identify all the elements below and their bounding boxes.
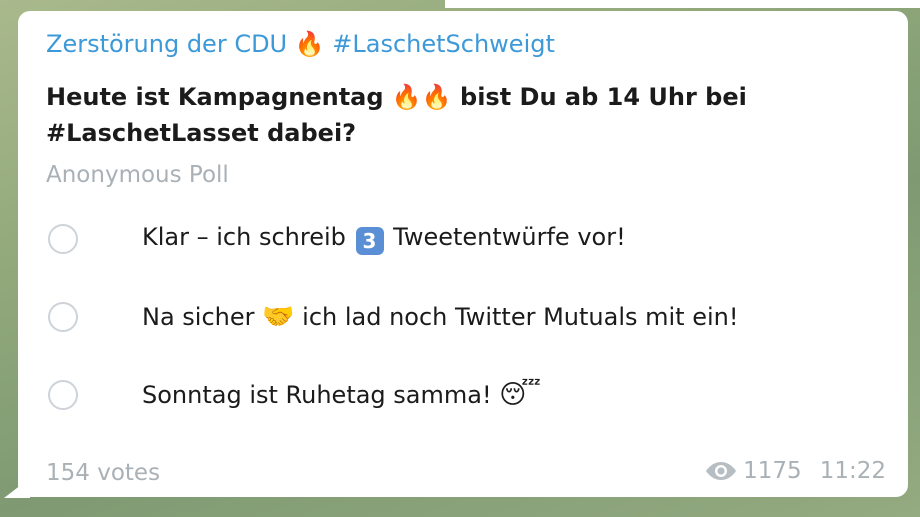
radio-button-icon[interactable] — [48, 380, 78, 410]
eye-icon — [706, 462, 737, 480]
option-text-end: ich lad noch Twitter Mutuals mit ein! — [294, 303, 739, 331]
message-above-edge — [445, 0, 920, 8]
keycap-three-icon: 3 — [355, 227, 384, 255]
poll-option-text: Klar – ich schreib 3 Tweetentwürfe vor! — [142, 223, 626, 255]
poll-option-text: Sonntag ist Ruhetag samma! 😴 — [142, 381, 541, 409]
poll-message-bubble: Zerstörung der CDU 🔥 #LaschetSchweigt He… — [18, 11, 908, 497]
radio-button-icon[interactable] — [48, 302, 78, 332]
radio-button-icon[interactable] — [48, 224, 78, 254]
poll-option-2[interactable]: Na sicher 🤝 ich lad noch Twitter Mutuals… — [46, 295, 886, 339]
sleeping-face-icon: 😴 — [499, 380, 541, 410]
poll-option-3[interactable]: Sonntag ist Ruhetag samma! 😴 — [46, 373, 886, 417]
option-text-start: Klar – ich schreib — [142, 223, 354, 251]
view-count: 1175 — [743, 458, 802, 484]
vote-count[interactable]: 154 votes — [46, 457, 160, 489]
option-text-start: Na sicher — [142, 303, 263, 331]
handshake-icon: 🤝 — [262, 302, 295, 332]
poll-type-label: Anonymous Poll — [46, 162, 229, 188]
channel-title-link[interactable]: Zerstörung der CDU 🔥 #LaschetSchweigt — [46, 27, 555, 61]
poll-option-text: Na sicher 🤝 ich lad noch Twitter Mutuals… — [142, 303, 738, 331]
message-time: 11:22 — [819, 458, 886, 484]
option-text-end: Tweetentwürfe vor! — [385, 223, 626, 251]
option-text-start: Sonntag ist Ruhetag samma! — [142, 381, 500, 409]
poll-option-1[interactable]: Klar – ich schreib 3 Tweetentwürfe vor! — [46, 217, 886, 261]
message-meta: 1175 11:22 — [705, 458, 886, 484]
poll-question: Heute ist Kampagnentag 🔥🔥 bist Du ab 14 … — [46, 83, 747, 147]
